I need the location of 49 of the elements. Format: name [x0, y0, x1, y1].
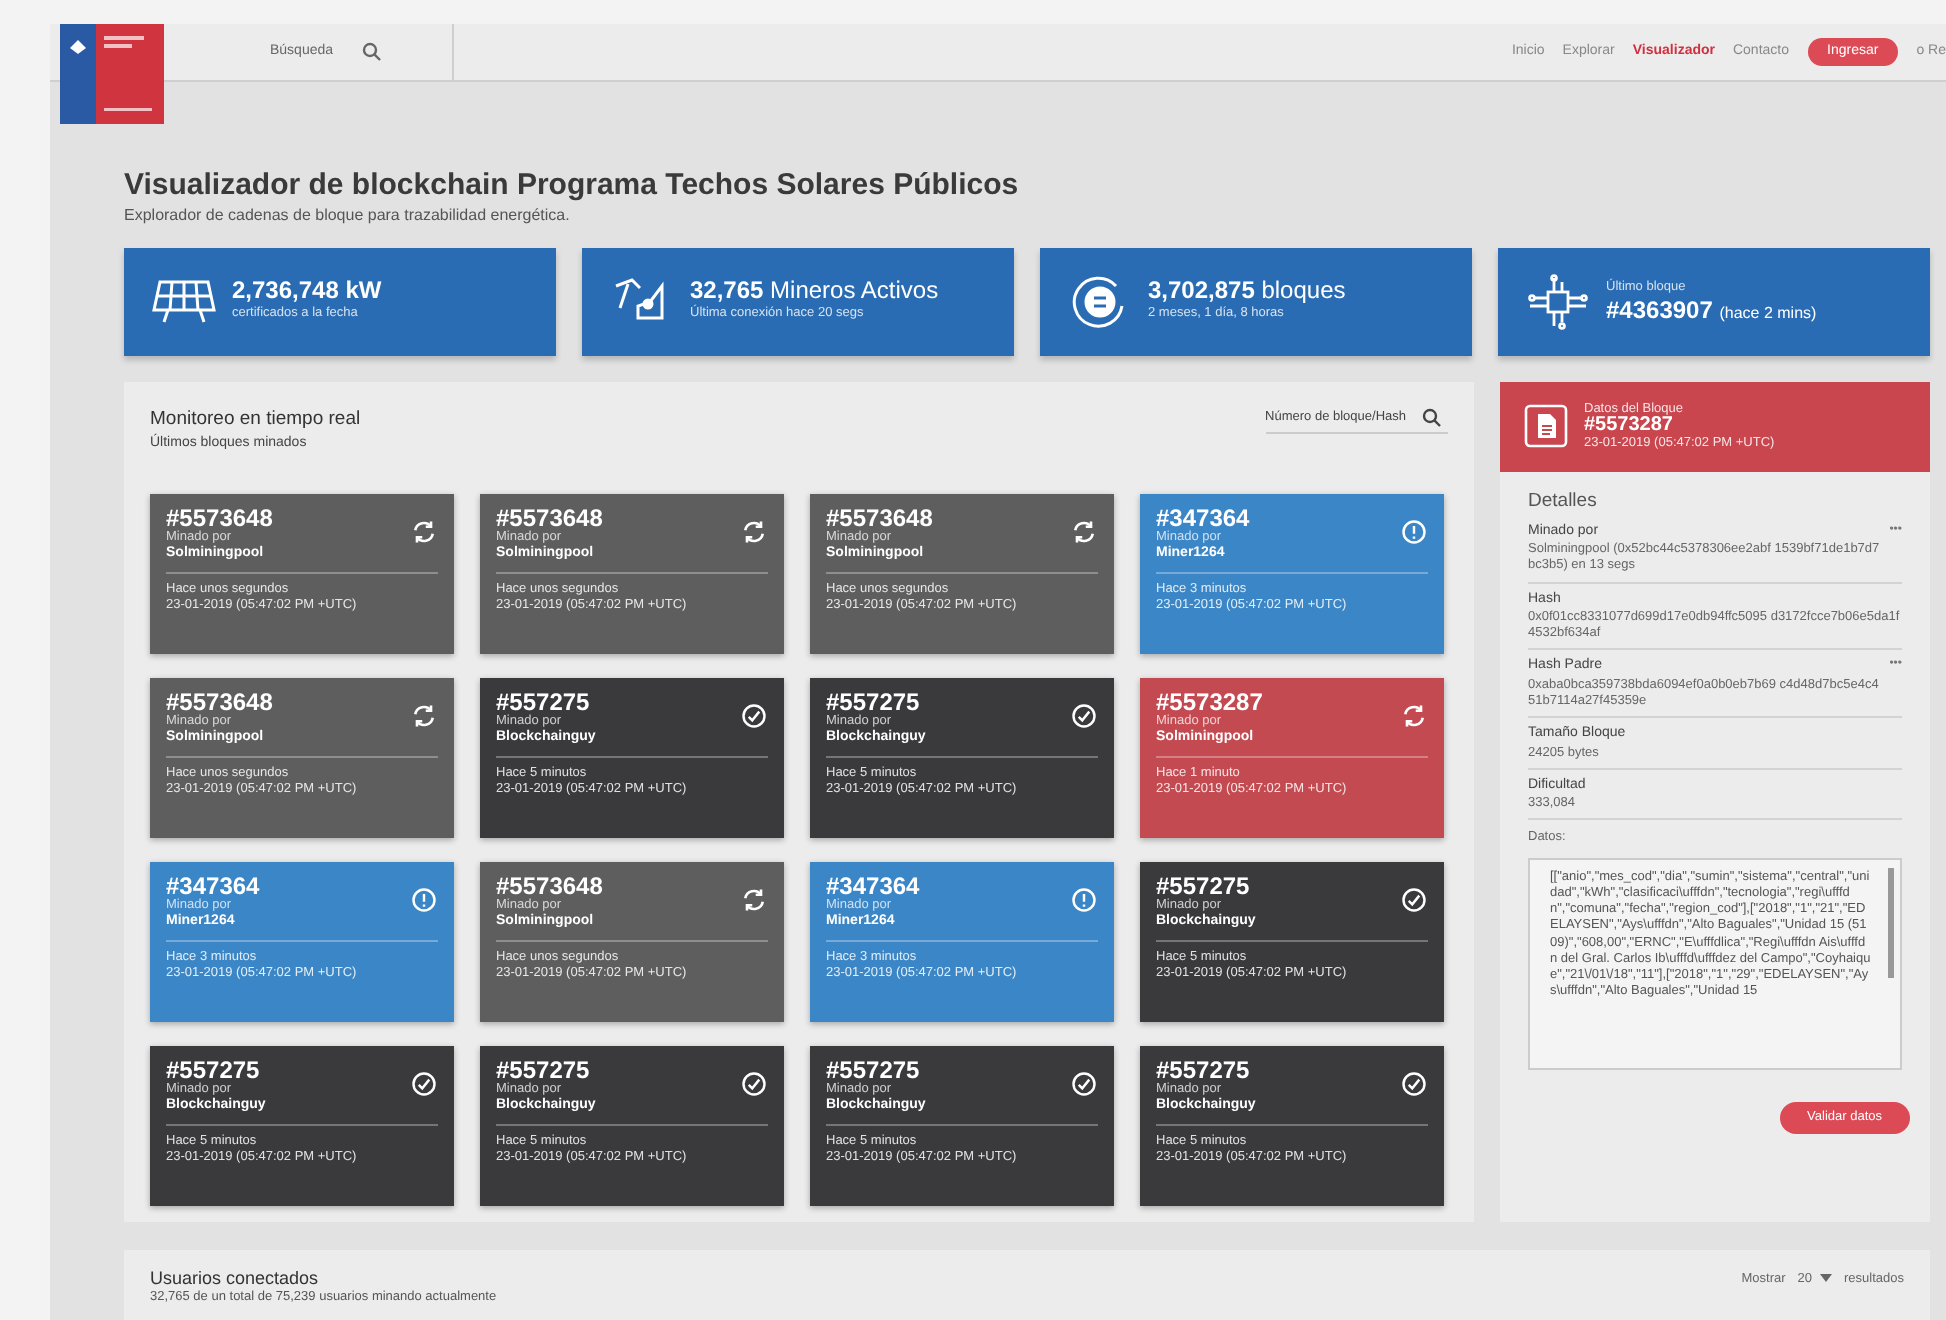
scrollbar-thumb[interactable]	[1888, 868, 1894, 978]
block-number: #557275	[496, 1058, 592, 1085]
block-number: #347364	[1156, 506, 1250, 533]
stat-value: 32,765 Mineros Activos	[690, 278, 939, 305]
block-number: #5573648	[496, 506, 603, 533]
stat-value: #4363907 (hace 2 mins)	[1606, 297, 1817, 324]
logo	[60, 24, 164, 124]
block-number: #5573287	[1156, 690, 1263, 717]
refresh-icon	[1400, 702, 1428, 731]
page-subtitle: Explorador de cadenas de bloque para trazabilidad energética.	[124, 203, 572, 227]
chip-icon	[1526, 273, 1590, 329]
block-number: #5573648	[166, 690, 273, 717]
section-title: Monitoreo en tiempo real	[150, 405, 361, 433]
block-number: #557275	[166, 1058, 262, 1085]
block-number: #347364	[166, 874, 260, 901]
block-number: #557275	[1156, 1058, 1252, 1085]
refresh-icon	[740, 886, 768, 915]
block-number: #557275	[826, 690, 922, 717]
caret-icon	[1820, 1274, 1832, 1283]
check-circle-icon	[1400, 1070, 1428, 1099]
refresh-icon	[740, 518, 768, 547]
page-title: Visualizador de blockchain Programa Techos Solares Públicos	[124, 170, 1021, 203]
detail-hash: #5573287	[1584, 416, 1673, 436]
check-circle-icon	[740, 702, 768, 731]
check-circle-icon	[740, 1070, 768, 1099]
check-circle-icon	[1400, 886, 1428, 915]
block-number: #5573648	[826, 506, 933, 533]
info-icon	[410, 886, 438, 915]
stat-value: 2,736,748 kW	[232, 278, 382, 305]
refresh-icon	[1070, 518, 1098, 547]
section-title: Usuarios conectados	[150, 1269, 321, 1289]
block-number: #5573648	[166, 506, 273, 533]
block-number: #557275	[496, 690, 592, 717]
search-icon	[361, 42, 382, 62]
document-icon	[1524, 404, 1568, 448]
block-number: #557275	[1156, 874, 1252, 901]
block-number: #557275	[826, 1058, 922, 1085]
check-circle-icon	[1070, 1070, 1098, 1099]
refresh-icon	[410, 518, 438, 547]
refresh-icon	[410, 702, 438, 731]
block-number: #5573648	[496, 874, 603, 901]
details-heading: Detalles	[1528, 487, 1599, 515]
info-icon	[1070, 886, 1098, 915]
check-circle-icon	[1070, 702, 1098, 731]
stat-value: 3,702,875 bloques	[1148, 278, 1346, 305]
search-icon	[1422, 408, 1442, 428]
block-number: #347364	[826, 874, 920, 901]
info-icon	[1400, 518, 1428, 547]
check-circle-icon	[410, 1070, 438, 1099]
